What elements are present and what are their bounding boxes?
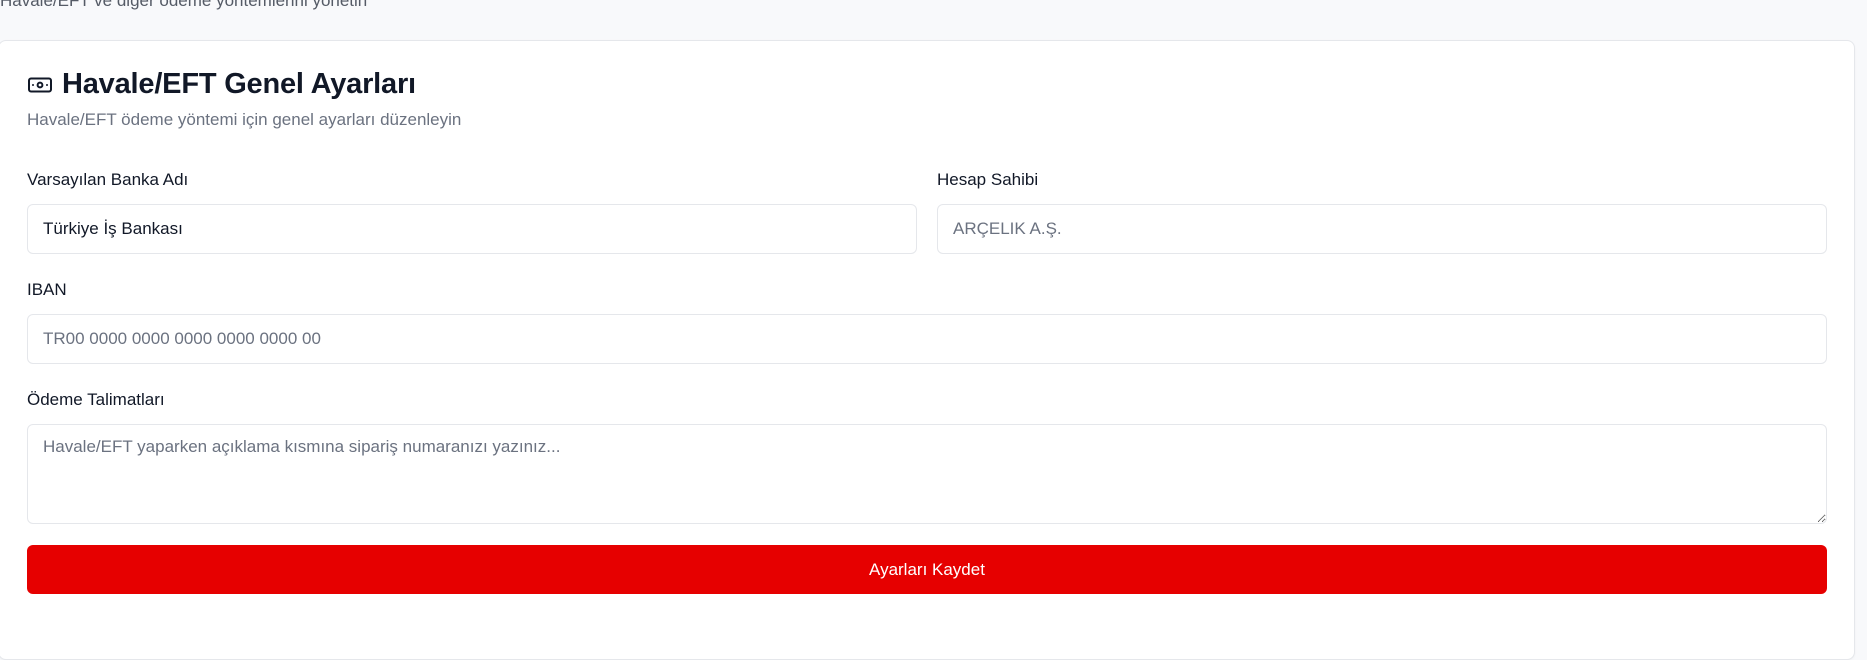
- card-header: Havale/EFT Genel Ayarları: [28, 68, 416, 101]
- account-holder-input[interactable]: [937, 204, 1827, 254]
- page-description: Havale/EFT ve diğer ödeme yöntemlerini y…: [0, 0, 368, 10]
- bank-name-label: Varsayılan Banka Adı: [27, 170, 189, 189]
- banknote-icon: [28, 77, 52, 93]
- payment-instructions-label: Ödeme Talimatları: [27, 390, 165, 409]
- payment-instructions-textarea[interactable]: [27, 424, 1827, 524]
- card-subtitle: Havale/EFT ödeme yöntemi için genel ayar…: [27, 110, 462, 129]
- card-title: Havale/EFT Genel Ayarları: [62, 68, 416, 100]
- account-holder-label: Hesap Sahibi: [937, 170, 1039, 189]
- save-settings-button[interactable]: Ayarları Kaydet: [27, 545, 1827, 594]
- iban-input[interactable]: [27, 314, 1827, 364]
- bank-name-input[interactable]: [27, 204, 917, 254]
- iban-label: IBAN: [27, 280, 67, 299]
